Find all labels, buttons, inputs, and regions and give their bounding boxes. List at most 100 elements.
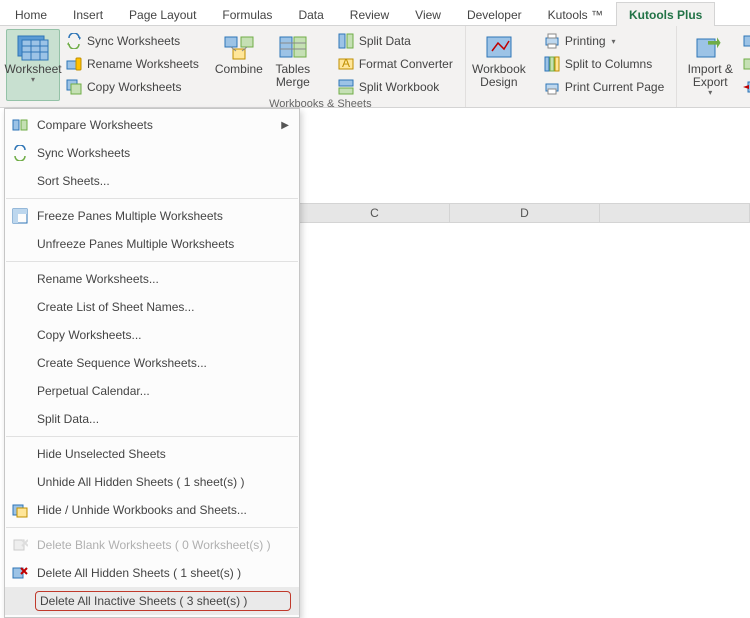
menu-delete-inactive-label: Delete All Inactive Sheets ( 3 sheet(s) …	[37, 593, 289, 609]
menu-sort-label: Sort Sheets...	[37, 174, 289, 188]
rename-worksheets-button[interactable]: Rename Worksheets	[60, 53, 205, 75]
tab-home[interactable]: Home	[2, 2, 60, 26]
freeze-icon	[11, 207, 29, 225]
menu-hide-unhide[interactable]: Hide / Unhide Workbooks and Sheets...	[5, 496, 299, 524]
sync-worksheets-button[interactable]: Sync Worksheets	[60, 30, 205, 52]
menu-delete-inactive[interactable]: Delete All Inactive Sheets ( 3 sheet(s) …	[5, 587, 299, 615]
blank-icon	[11, 270, 29, 288]
split-workbook-button[interactable]: Split Workbook	[332, 76, 459, 98]
menu-separator	[6, 198, 298, 199]
menu-separator	[6, 527, 298, 528]
printing-button[interactable]: Printing ▾	[538, 30, 670, 52]
export-chart-button[interactable]: Export C	[737, 53, 750, 75]
tables-merge-label: Tables Merge	[275, 63, 310, 89]
format-converter-label: Format Converter	[359, 57, 453, 71]
menu-split-data[interactable]: Split Data...	[5, 405, 299, 433]
copy-worksheets-label: Copy Worksheets	[87, 80, 181, 94]
split-data-label: Split Data	[359, 34, 411, 48]
menu-unfreeze-panes[interactable]: Unfreeze Panes Multiple Worksheets	[5, 230, 299, 258]
menu-copy-worksheets[interactable]: Copy Worksheets...	[5, 321, 299, 349]
split-columns-icon	[544, 56, 560, 72]
menu-delete-hidden-label: Delete All Hidden Sheets ( 1 sheet(s) )	[37, 566, 289, 580]
tab-page-layout[interactable]: Page Layout	[116, 2, 209, 26]
combine-icon	[224, 33, 254, 61]
format-converter-button[interactable]: A Format Converter	[332, 53, 459, 75]
menu-perpetual-label: Perpetual Calendar...	[37, 384, 289, 398]
print-current-page-label: Print Current Page	[565, 80, 664, 94]
tab-kutools[interactable]: Kutools ™	[535, 2, 616, 26]
tab-insert[interactable]: Insert	[60, 2, 116, 26]
menu-create-list-label: Create List of Sheet Names...	[37, 300, 289, 314]
submenu-arrow-icon: ▶	[281, 120, 289, 131]
print-current-page-button[interactable]: Print Current Page	[538, 76, 670, 98]
combine-button[interactable]: Combine	[212, 29, 266, 101]
tab-review[interactable]: Review	[337, 2, 402, 26]
blank-icon	[11, 172, 29, 190]
print-page-icon	[544, 79, 560, 95]
import-range-button[interactable]: Import R	[737, 76, 750, 98]
column-header-c[interactable]: C	[300, 204, 450, 222]
menu-unhide-all[interactable]: Unhide All Hidden Sheets ( 1 sheet(s) )	[5, 468, 299, 496]
ribbon: Worksheet ▾ Sync Worksheets Rename Works…	[0, 26, 750, 108]
export-chart-icon	[743, 56, 750, 72]
menu-copy-label: Copy Worksheets...	[37, 328, 289, 342]
tab-developer[interactable]: Developer	[454, 2, 535, 26]
menu-delete-blank: Delete Blank Worksheets ( 0 Worksheet(s)…	[5, 531, 299, 559]
split-to-columns-label: Split to Columns	[565, 57, 652, 71]
menu-delete-hidden[interactable]: Delete All Hidden Sheets ( 1 sheet(s) )	[5, 559, 299, 587]
cells-area[interactable]	[300, 223, 750, 597]
menu-hide-unsel-label: Hide Unselected Sheets	[37, 447, 289, 461]
workbook-design-button[interactable]: Workbook Design	[472, 29, 526, 101]
menu-create-list[interactable]: Create List of Sheet Names...	[5, 293, 299, 321]
dropdown-caret-icon: ▾	[708, 88, 712, 97]
tab-formulas[interactable]: Formulas	[209, 2, 285, 26]
blank-icon	[11, 410, 29, 428]
workbook-design-icon	[484, 33, 514, 61]
menu-unfreeze-label: Unfreeze Panes Multiple Worksheets	[37, 237, 289, 251]
import-export-icon	[694, 33, 726, 61]
column-header-d[interactable]: D	[450, 204, 600, 222]
worksheet-button[interactable]: Worksheet ▾	[6, 29, 60, 101]
formula-bar-area	[300, 137, 750, 203]
split-to-columns-button[interactable]: Split to Columns	[538, 53, 670, 75]
delete-icon	[11, 536, 29, 554]
tables-merge-button[interactable]: Tables Merge	[266, 29, 320, 101]
menu-perpetual-calendar[interactable]: Perpetual Calendar...	[5, 377, 299, 405]
import-export-button[interactable]: Import & Export ▾	[683, 29, 737, 101]
blank-icon	[11, 382, 29, 400]
rename-icon	[66, 56, 82, 72]
menu-hide-unhide-label: Hide / Unhide Workbooks and Sheets...	[37, 503, 289, 517]
dropdown-caret-icon: ▾	[31, 75, 35, 84]
menu-hide-unselected[interactable]: Hide Unselected Sheets	[5, 440, 299, 468]
blank-icon	[11, 473, 29, 491]
format-converter-icon: A	[338, 56, 354, 72]
split-data-button[interactable]: Split Data	[332, 30, 459, 52]
tables-merge-icon	[278, 33, 308, 61]
menu-compare-worksheets[interactable]: Compare Worksheets ▶	[5, 111, 299, 139]
menu-sort-sheets[interactable]: Sort Sheets...	[5, 167, 299, 195]
column-header-next[interactable]	[600, 204, 750, 222]
group-printing: Printing ▾ Split to Columns Print Curren…	[532, 26, 677, 107]
copy-worksheets-button[interactable]: Copy Worksheets	[60, 76, 205, 98]
worksheet-icon	[17, 33, 49, 61]
menu-delete-blank-label: Delete Blank Worksheets ( 0 Worksheet(s)…	[37, 538, 289, 552]
menu-split-label: Split Data...	[37, 412, 289, 426]
copy-icon	[66, 79, 82, 95]
menu-rename-worksheets[interactable]: Rename Worksheets...	[5, 265, 299, 293]
tab-kutools-plus[interactable]: Kutools Plus	[616, 2, 715, 26]
menu-freeze-panes[interactable]: Freeze Panes Multiple Worksheets	[5, 202, 299, 230]
export-range-button[interactable]: Export R	[737, 30, 750, 52]
printing-label: Printing	[565, 34, 606, 48]
tab-data[interactable]: Data	[285, 2, 336, 26]
group-combine: Combine Tables Merge	[211, 26, 326, 107]
tab-view[interactable]: View	[402, 2, 454, 26]
split-workbook-icon	[338, 79, 354, 95]
sync-worksheets-label: Sync Worksheets	[87, 34, 180, 48]
menu-create-sequence[interactable]: Create Sequence Worksheets...	[5, 349, 299, 377]
blank-icon	[11, 445, 29, 463]
menu-compare-label: Compare Worksheets	[37, 118, 273, 132]
menu-separator	[6, 261, 298, 262]
menu-sync-worksheets[interactable]: Sync Worksheets	[5, 139, 299, 167]
menu-rename-label: Rename Worksheets...	[37, 272, 289, 286]
menu-create-seq-label: Create Sequence Worksheets...	[37, 356, 289, 370]
